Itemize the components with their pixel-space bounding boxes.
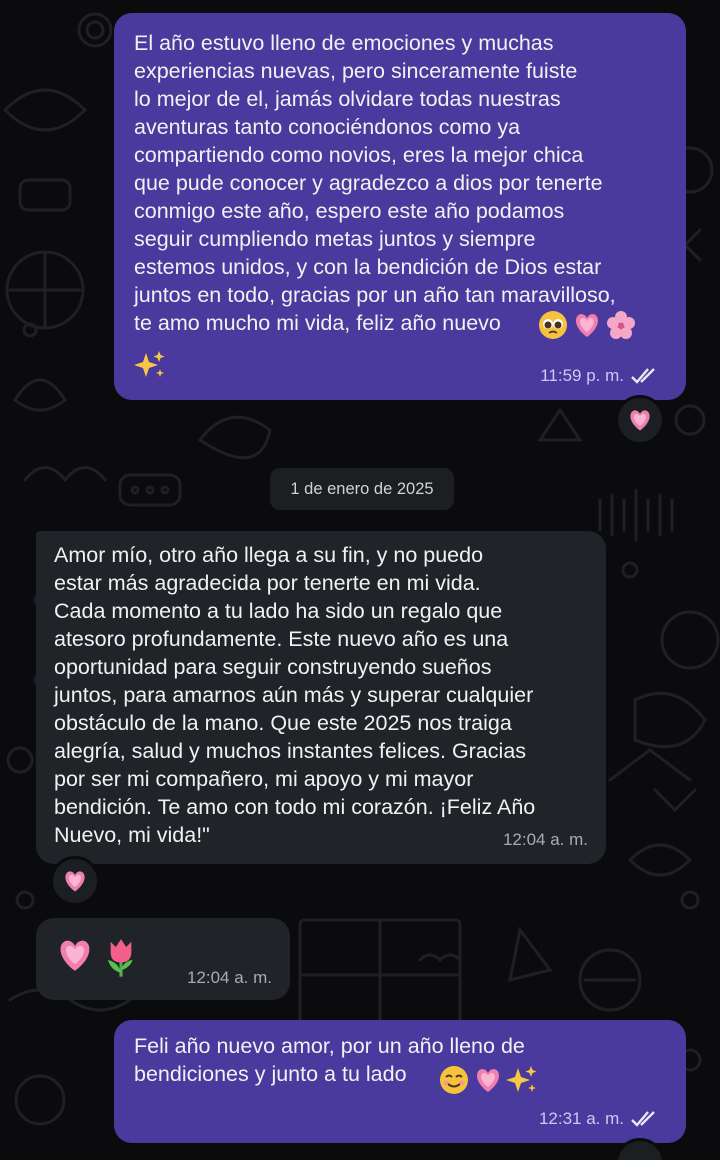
incoming-message[interactable]: Amor mío, otro año llega a su fin, y no … bbox=[36, 531, 606, 864]
outgoing-message[interactable]: Feli año nuevo amor, por un año lleno de… bbox=[114, 1020, 686, 1143]
incoming-emoji-message[interactable]: 12:04 a. m. bbox=[36, 918, 290, 1000]
chat-view: El año estuvo lleno de emociones y mucha… bbox=[0, 0, 720, 1160]
outgoing-message[interactable]: El año estuvo lleno de emociones y mucha… bbox=[114, 13, 686, 400]
message-reaction[interactable] bbox=[615, 395, 665, 445]
sparkles-icon bbox=[506, 1066, 537, 1092]
message-meta: 12:31 a. m. bbox=[539, 1105, 660, 1133]
cherry-blossom-icon bbox=[607, 311, 635, 339]
smiling-face-icon bbox=[440, 1066, 468, 1094]
message-time: 11:59 p. m. bbox=[540, 366, 624, 385]
double-check-icon bbox=[631, 1111, 655, 1127]
date-separator: 1 de enero de 2025 bbox=[270, 468, 454, 510]
message-emojis bbox=[54, 934, 142, 978]
message-text: El año estuvo lleno de emociones y mucha… bbox=[134, 31, 616, 335]
message-time: 12:04 a. m. bbox=[186, 968, 272, 987]
double-check-icon bbox=[631, 368, 655, 384]
growing-heart-icon bbox=[60, 940, 90, 971]
growing-heart-icon bbox=[477, 1069, 499, 1092]
message-time: 12:31 a. m. bbox=[538, 1109, 624, 1128]
pleading-face-icon bbox=[539, 311, 567, 339]
message-time: 12:04 a. m. bbox=[502, 830, 588, 849]
sparkles-icon bbox=[134, 351, 165, 377]
message-reaction[interactable] bbox=[50, 856, 100, 906]
message-meta: 11:59 p. m. bbox=[540, 362, 660, 390]
inline-emojis bbox=[537, 309, 637, 341]
message-meta: 12:04 a. m. bbox=[503, 826, 588, 854]
tulip-icon bbox=[108, 939, 133, 977]
inline-emojis bbox=[438, 1064, 538, 1096]
growing-heart-icon bbox=[576, 314, 598, 337]
growing-heart-icon bbox=[630, 410, 650, 431]
message-text: Amor mío, otro año llega a su fin, y no … bbox=[54, 543, 536, 847]
message-meta: 12:04 a. m. bbox=[187, 964, 272, 992]
message-text: Feli año nuevo amor, por un año lleno de… bbox=[134, 1034, 525, 1086]
growing-heart-icon bbox=[65, 871, 85, 892]
